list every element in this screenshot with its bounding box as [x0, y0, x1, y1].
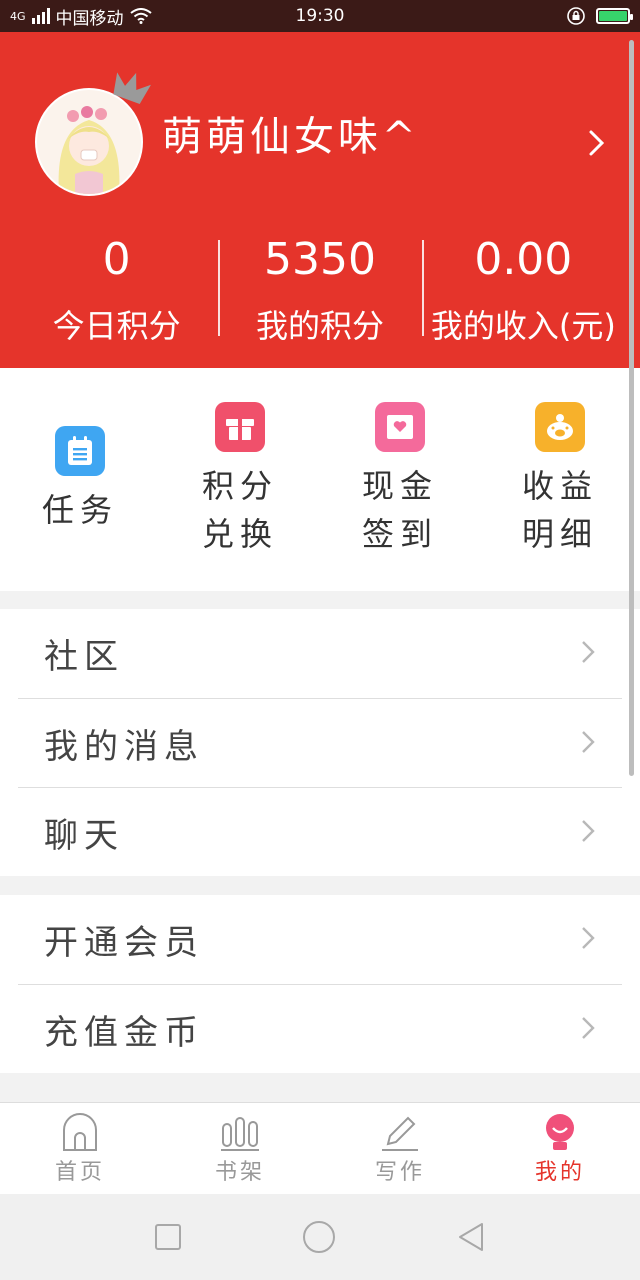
system-nav-bar: [0, 1194, 640, 1280]
menu-item-community[interactable]: 社区: [18, 609, 622, 698]
heart-envelope-icon: [375, 401, 425, 452]
scrollbar[interactable]: [629, 40, 634, 776]
stat-label: 我的收入(元): [430, 307, 616, 345]
stat-my-points[interactable]: 5350 我的积分: [218, 232, 421, 354]
tab-mine[interactable]: 我的: [480, 1103, 640, 1194]
bookshelf-icon: [221, 1116, 259, 1151]
stat-value: 5350: [264, 234, 376, 285]
action-label: 任务: [41, 490, 118, 529]
tab-bookshelf[interactable]: 书架: [160, 1103, 320, 1194]
chevron-right-icon[interactable]: [586, 128, 608, 158]
chevron-right-icon: [582, 641, 595, 663]
profile-header[interactable]: 萌萌仙女味^ 0 今日积分 5350 我的积分 0.00 我的收入(元): [0, 32, 640, 368]
chevron-right-icon: [582, 820, 595, 842]
bottom-tab-bar: 首页 书架 写作 我的: [0, 1102, 640, 1194]
nickname: 萌萌仙女味^: [162, 114, 420, 160]
crown-icon: [113, 72, 151, 104]
back-icon[interactable]: [456, 1221, 486, 1253]
wifi-icon: [129, 8, 152, 24]
quick-actions: 任务 积分兑换 现金签到 收益明细: [0, 368, 640, 591]
stat-label: 我的积分: [255, 307, 384, 345]
battery-icon: [596, 8, 633, 24]
avatar[interactable]: [35, 88, 143, 196]
chevron-right-icon: [582, 1017, 595, 1039]
menu-group-primary: 社区 我的消息 聊天: [0, 609, 640, 876]
action-label: 积分兑换: [201, 466, 278, 553]
menu-label: 社区: [44, 637, 124, 677]
network-type: 4G: [10, 9, 26, 23]
menu-item-open-membership[interactable]: 开通会员: [18, 895, 622, 984]
menu-label: 开通会员: [44, 923, 204, 963]
home-button-icon[interactable]: [302, 1220, 336, 1254]
stat-value: 0.00: [474, 234, 573, 285]
tab-label: 书架: [214, 1159, 265, 1185]
stat-today-points[interactable]: 0 今日积分: [15, 232, 218, 354]
signal-icon: [31, 8, 50, 24]
menu-item-recharge-coins[interactable]: 充值金币: [18, 984, 622, 1073]
action-income-detail[interactable]: 收益明细: [480, 368, 640, 591]
gift-icon: [215, 401, 265, 452]
stat-label: 今日积分: [52, 307, 181, 345]
carrier-name: 中国移动: [55, 8, 124, 29]
action-points-exchange[interactable]: 积分兑换: [160, 368, 320, 591]
status-bar: 4G 中国移动 19:30: [0, 0, 640, 32]
stats-row: 0 今日积分 5350 我的积分 0.00 我的收入(元): [15, 232, 625, 354]
tab-home[interactable]: 首页: [0, 1103, 160, 1194]
menu-label: 我的消息: [44, 726, 204, 767]
recent-apps-icon[interactable]: [154, 1223, 182, 1251]
tab-write[interactable]: 写作: [320, 1103, 480, 1194]
action-label: 现金签到: [361, 466, 438, 553]
pen-icon: [382, 1116, 418, 1151]
menu-label: 充值金币: [44, 1012, 204, 1053]
chevron-right-icon: [582, 927, 595, 949]
tab-label: 写作: [374, 1159, 425, 1185]
menu-item-chat[interactable]: 聊天: [18, 787, 622, 876]
tab-label: 首页: [54, 1159, 105, 1185]
menu-item-messages[interactable]: 我的消息: [18, 698, 622, 787]
rotation-lock-icon: [567, 7, 585, 25]
action-cash-checkin[interactable]: 现金签到: [320, 368, 480, 591]
menu-label: 聊天: [44, 815, 124, 856]
chevron-right-icon: [582, 731, 595, 753]
action-label: 收益明细: [521, 466, 598, 553]
menu-group-membership: 开通会员 充值金币: [0, 895, 640, 1073]
task-icon: [55, 425, 105, 476]
avatar-container[interactable]: [35, 72, 151, 196]
user-icon: [546, 1113, 574, 1150]
home-icon: [63, 1112, 97, 1151]
piggy-bank-icon: [535, 401, 585, 452]
stat-value: 0: [102, 234, 131, 285]
tab-label: 我的: [534, 1159, 585, 1185]
action-task[interactable]: 任务: [0, 368, 160, 591]
stat-my-income[interactable]: 0.00 我的收入(元): [421, 232, 625, 354]
